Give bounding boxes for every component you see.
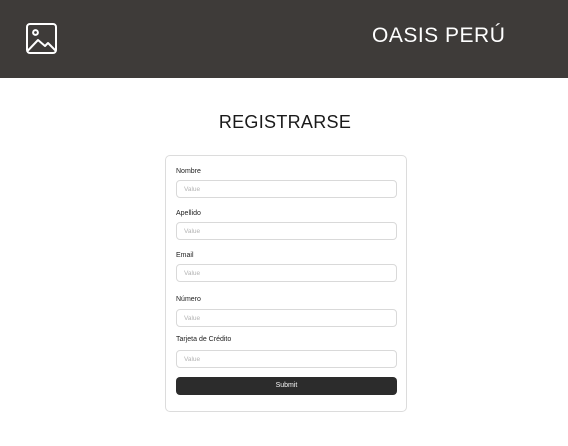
top-header: OASIS PERÚ [0,0,568,78]
email-input[interactable] [176,264,397,282]
page-title: REGISTRARSE [218,112,352,132]
tarjeta-credito-label: Tarjeta de Crédito [176,336,232,343]
numero-input[interactable] [176,309,397,327]
email-label: Email [176,252,194,259]
registration-page: OASIS PERÚ REGISTRARSE Nombre Apellido E… [0,0,568,446]
nombre-label: Nombre [176,168,201,175]
image-placeholder-icon[interactable] [26,23,57,54]
numero-label: Número [176,296,201,303]
apellido-label: Apellido [176,210,201,217]
nombre-input[interactable] [176,180,397,198]
brand-name: OASIS PERÚ [372,24,506,47]
tarjeta-credito-input[interactable] [176,350,397,368]
submit-button[interactable]: Submit [176,377,397,395]
apellido-input[interactable] [176,222,397,240]
